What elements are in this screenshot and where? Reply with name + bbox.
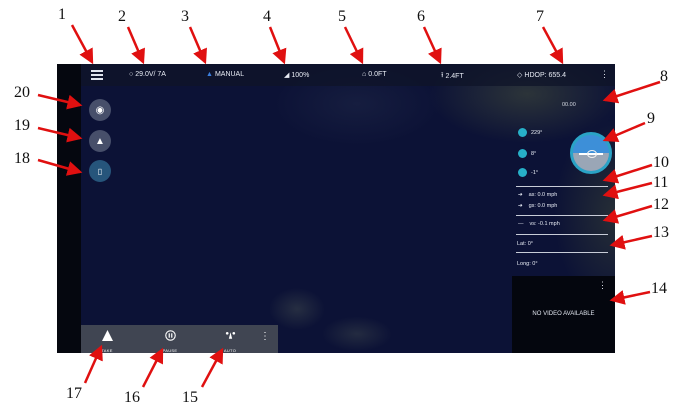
callout-7: 7 bbox=[536, 8, 544, 25]
callout-9: 9 bbox=[647, 110, 655, 127]
callout-8: 8 bbox=[660, 68, 668, 85]
callout-17: 17 bbox=[66, 385, 82, 402]
callout-2: 2 bbox=[118, 8, 126, 25]
callout-arrows bbox=[37, 24, 661, 388]
callout-11: 11 bbox=[653, 174, 669, 191]
callout-6: 6 bbox=[417, 8, 425, 25]
callout-13: 13 bbox=[653, 224, 669, 241]
callout-4: 4 bbox=[263, 8, 271, 25]
callout-1: 1 bbox=[58, 6, 66, 23]
callout-16: 16 bbox=[124, 389, 140, 406]
callout-12: 12 bbox=[653, 196, 669, 213]
callout-18: 18 bbox=[14, 150, 30, 167]
callout-3: 3 bbox=[181, 8, 189, 25]
callout-14: 14 bbox=[651, 280, 667, 297]
callout-15: 15 bbox=[182, 389, 198, 406]
callout-19: 19 bbox=[14, 117, 30, 134]
callout-20: 20 bbox=[14, 84, 30, 101]
callout-10: 10 bbox=[653, 154, 669, 171]
callout-5: 5 bbox=[338, 8, 346, 25]
